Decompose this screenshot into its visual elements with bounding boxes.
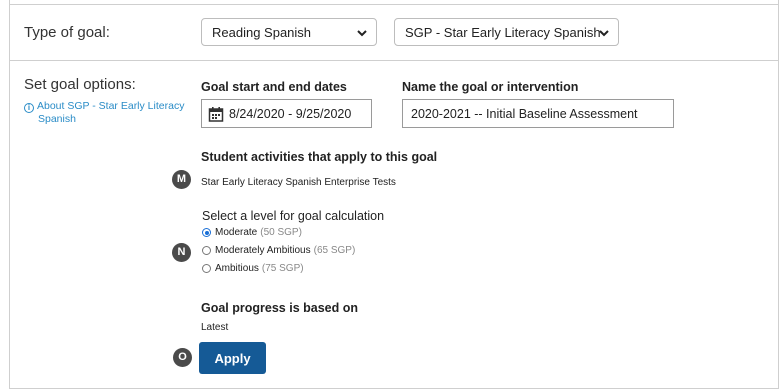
about-sgp-link[interactable]: i About SGP - Star Early Literacy Spanish [24,100,189,126]
divider-top [9,4,779,5]
activities-label: Student activities that apply to this go… [201,150,438,164]
apply-button[interactable]: Apply [199,342,266,374]
goal-name-label: Name the goal or intervention [402,80,579,94]
level-option-moderately-ambitious[interactable]: Moderately Ambitious (65 SGP) [202,245,355,256]
subject-select[interactable]: Reading Spanish [201,18,377,46]
progress-value: Latest [201,322,229,333]
radio-button[interactable] [202,246,211,255]
set-goal-options-label: Set goal options: [24,76,136,93]
date-range-field[interactable]: 8/24/2020 - 9/25/2020 [201,99,372,128]
badge-o: O [173,348,192,367]
level-option-label: Ambitious [215,263,259,274]
assessment-select[interactable]: SGP - Star Early Literacy Spanish [394,18,619,46]
calendar-icon [208,106,224,122]
chevron-down-icon [599,30,609,37]
level-option-note: (75 SGP) [261,263,304,274]
subject-select-value: Reading Spanish [212,24,312,40]
divider-middle [9,60,779,61]
info-icon: i [24,103,34,113]
radio-button[interactable] [202,264,211,273]
dates-label: Goal start and end dates [201,80,347,94]
assessment-select-value: SGP - Star Early Literacy Spanish [405,24,601,40]
level-option-label: Moderately Ambitious [215,245,311,256]
level-option-note: (50 SGP) [260,227,302,238]
level-option-note: (65 SGP) [313,245,356,256]
level-option-ambitious[interactable]: Ambitious (75 SGP) [202,263,304,274]
badge-m: M [172,170,191,189]
level-option-label: Moderate [215,227,258,238]
goal-name-value: 2020-2021 -- Initial Baseline Assessment [411,106,638,121]
level-option-moderate[interactable]: Moderate (50 SGP) [202,227,302,238]
activities-value: Star Early Literacy Spanish Enterprise T… [201,177,396,188]
progress-label: Goal progress is based on [201,301,358,315]
date-range-value: 8/24/2020 - 9/25/2020 [229,106,352,121]
goal-name-input[interactable]: 2020-2021 -- Initial Baseline Assessment [402,99,674,128]
chevron-down-icon [357,30,367,37]
goal-panel [9,0,779,389]
badge-n: N [172,243,191,262]
type-of-goal-label: Type of goal: [24,24,110,41]
level-label: Select a level for goal calculation [202,209,385,223]
about-link-line1: About SGP - Star Early Literacy [37,100,185,112]
about-link-line2: Spanish [38,113,76,125]
radio-button[interactable] [202,228,211,237]
